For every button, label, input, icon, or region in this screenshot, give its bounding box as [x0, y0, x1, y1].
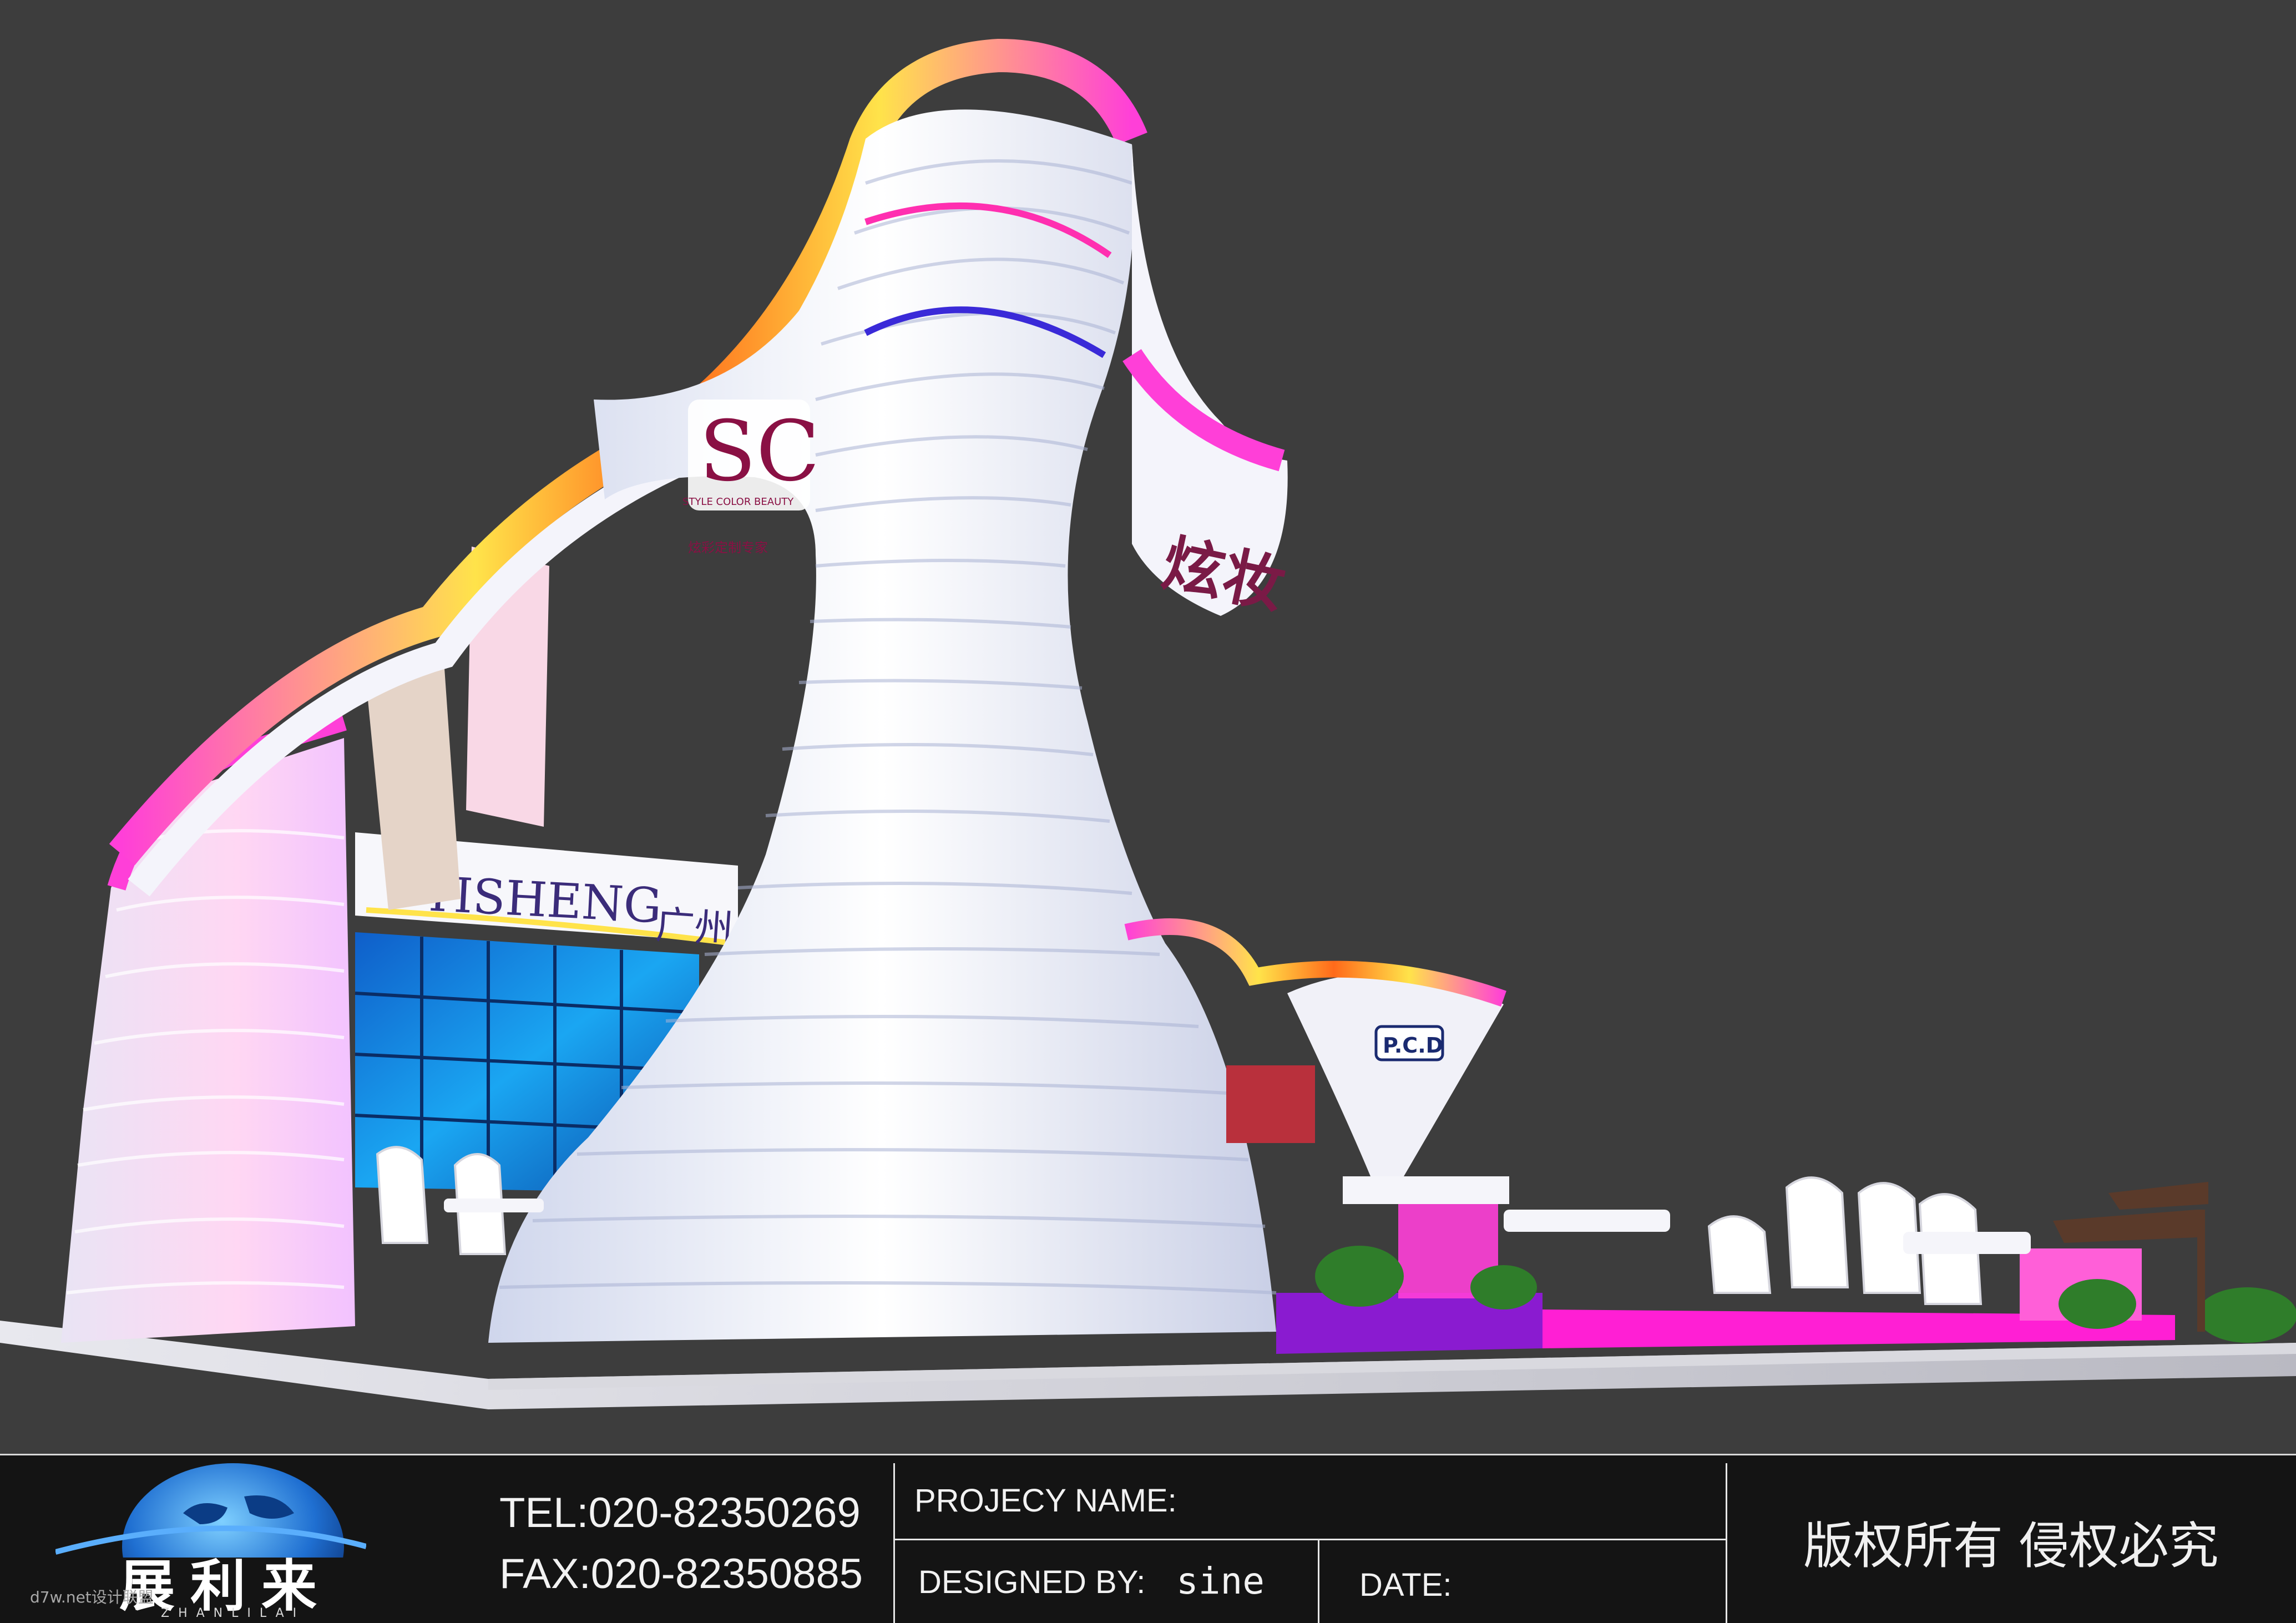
- designed-by-label: DESIGNED BY:: [918, 1564, 1146, 1600]
- small-tower-logo: P.C.D: [1383, 1033, 1443, 1058]
- designed-by-value: sine: [1176, 1560, 1265, 1602]
- top-logo-caption-cn: 炫彩定制专家: [688, 540, 768, 555]
- divider-3: [1726, 1463, 1727, 1623]
- booth-render: YISHENG 广州 SC STYLE COLOR BEAUTY 炫彩定制专家 …: [0, 0, 2296, 1454]
- top-logo-mark: SC: [699, 403, 820, 500]
- company-logo: 展利来 ZHANLILAI d7w.net设计联盟: [22, 1463, 444, 1621]
- small-tower-panel: [1226, 1065, 1315, 1143]
- brand-sign-cn: 广州: [654, 902, 735, 953]
- logo-en: ZHANLILAI: [161, 1606, 306, 1620]
- divider-row: [893, 1539, 1726, 1540]
- watermark: d7w.net设计联盟: [30, 1588, 154, 1606]
- tel-text: TEL:020-82350269: [499, 1489, 861, 1536]
- project-name-label: PROJECY NAME:: [914, 1483, 1177, 1519]
- divider-1: [893, 1463, 895, 1623]
- top-logo-caption: STYLE COLOR BEAUTY: [682, 496, 794, 508]
- top-logo: SC STYLE COLOR BEAUTY 炫彩定制专家: [682, 400, 820, 555]
- counter-white: [1343, 1176, 1509, 1204]
- date-label: DATE:: [1359, 1567, 1452, 1603]
- divider-2: [1318, 1539, 1319, 1623]
- small-tower: [1287, 973, 1504, 1176]
- central-tower: [488, 109, 1276, 1343]
- copyright-text: 版权所有 侵权必究: [1803, 1517, 2219, 1575]
- title-block: 展利来 ZHANLILAI d7w.net设计联盟 TEL:020-823502…: [0, 1454, 2296, 1623]
- fax-text: FAX:020-82350885: [499, 1550, 863, 1597]
